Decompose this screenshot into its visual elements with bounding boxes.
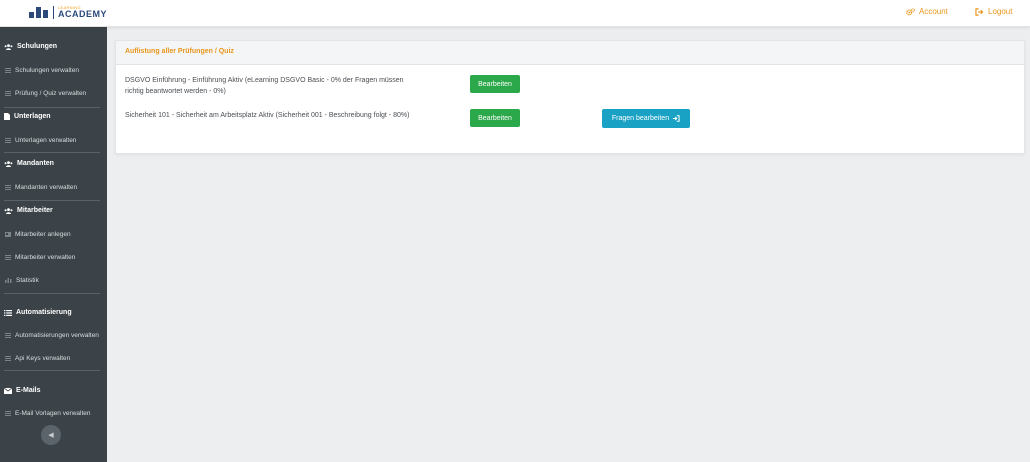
sidebar-item-mandanten-verwalten[interactable]: Mandanten verwalten [5,184,77,191]
sidebar-section-mitarbeiter[interactable]: Mitarbeiter [4,207,53,214]
sidebar-collapse-button[interactable]: ◀ [41,425,61,445]
logo-mark-icon [29,6,49,18]
sidebar: Schulungen Schulungen verwalten Prüfung … [0,27,107,462]
sidebar-divider [4,200,100,201]
list-icon [5,68,11,73]
sidebar-item-label: Unterlagen verwalten [15,137,77,144]
sidebar-item-label: Api Keys verwalten [15,355,71,362]
sidebar-section-label: Schulungen [17,43,58,50]
sidebar-item-statistik[interactable]: Statistik [5,277,39,284]
academy-logo[interactable]: LEARNING ACADEMY [29,5,107,19]
list-icon [5,356,11,361]
logout-label: Logout [988,7,1013,16]
sidebar-item-label: Schulungen verwalten [15,67,79,74]
envelope-icon [4,387,12,394]
users-icon [4,160,13,167]
sidebar-section-label: Unterlagen [14,113,51,120]
logout-link[interactable]: Logout [975,7,1012,16]
account-link[interactable]: Account [906,7,948,16]
id-card-icon [5,232,11,237]
bar-chart-icon [5,278,12,283]
edit-questions-label: Fragen bearbeiten [611,115,670,122]
list-icon [5,185,11,190]
edit-button-label: Bearbeiten [478,80,512,88]
sidebar-item-label: Automatisierungen verwalten [15,332,99,339]
sidebar-item-label: Mitarbeiter verwalten [15,254,76,261]
panel-title: Auflistung aller Prüfungen / Quiz [116,41,1024,65]
list-icon [5,333,11,338]
sidebar-section-label: Automatisierung [16,309,72,316]
gears-icon [906,7,915,15]
file-icon [4,113,10,120]
chevron-left-icon: ◀ [48,432,54,439]
sidebar-item-api-keys-verwalten[interactable]: Api Keys verwalten [5,355,70,362]
edit-button[interactable]: Bearbeiten [470,75,520,93]
users-icon [4,207,13,214]
sidebar-item-label: Prüfung / Quiz verwalten [15,90,87,97]
edit-questions-button[interactable]: Fragen bearbeiten [602,109,690,128]
sidebar-section-label: E-Mails [16,387,41,394]
sidebar-item-label: Statistik [16,277,39,284]
sidebar-item-label: Mitarbeiter anlegen [15,231,71,238]
sidebar-divider [4,370,100,371]
sidebar-section-label: Mitarbeiter [17,207,53,214]
list-ul-icon [4,309,12,316]
account-label: Account [919,7,948,16]
sidebar-section-label: Mandanten [17,160,54,167]
sidebar-divider [4,293,100,294]
logo-text: ACADEMY [58,8,108,19]
sign-in-icon [672,115,680,122]
sidebar-section-unterlagen[interactable]: Unterlagen [4,113,51,120]
top-navbar: LEARNING ACADEMY Account Logout [0,0,1030,27]
sidebar-item-mitarbeiter-anlegen[interactable]: Mitarbeiter anlegen [5,231,71,238]
sidebar-item-label: Mandanten verwalten [15,184,78,191]
list-icon [5,91,11,96]
quiz-row-text: Sicherheit 101 - Sicherheit am Arbeitspl… [125,112,410,119]
sidebar-section-automatisierung[interactable]: Automatisierung [4,309,72,316]
sidebar-section-schulungen[interactable]: Schulungen [4,43,57,50]
sidebar-section-mandanten[interactable]: Mandanten [4,160,54,167]
sidebar-item-label: E-Mail Vorlagen verwalten [15,410,91,417]
sign-out-icon [975,7,984,16]
sidebar-item-schulungen-verwalten[interactable]: Schulungen verwalten [5,67,79,74]
list-icon [5,138,11,143]
edit-button[interactable]: Bearbeiten [470,109,520,127]
sidebar-item-unterlagen-verwalten[interactable]: Unterlagen verwalten [5,137,76,144]
sidebar-item-e-mail-vorlagen-verwalten[interactable]: E-Mail Vorlagen verwalten [5,410,91,417]
sidebar-item-pruefung-quiz-verwalten[interactable]: Prüfung / Quiz verwalten [5,90,86,97]
edit-button-label: Bearbeiten [478,114,512,122]
quiz-list-panel: Auflistung aller Prüfungen / Quiz DSGVO … [115,40,1025,154]
sidebar-item-automatisierungen-verwalten[interactable]: Automatisierungen verwalten [5,332,99,339]
sidebar-divider [4,107,100,108]
sidebar-section-e-mails[interactable]: E-Mails [4,387,41,394]
list-icon [5,411,11,416]
sidebar-item-mitarbeiter-verwalten[interactable]: Mitarbeiter verwalten [5,254,75,261]
list-icon [5,255,11,260]
sidebar-divider [4,152,100,153]
users-icon [4,43,13,50]
quiz-row-text: DSGVO Einführung - Einführung Aktiv (eLe… [125,77,404,95]
